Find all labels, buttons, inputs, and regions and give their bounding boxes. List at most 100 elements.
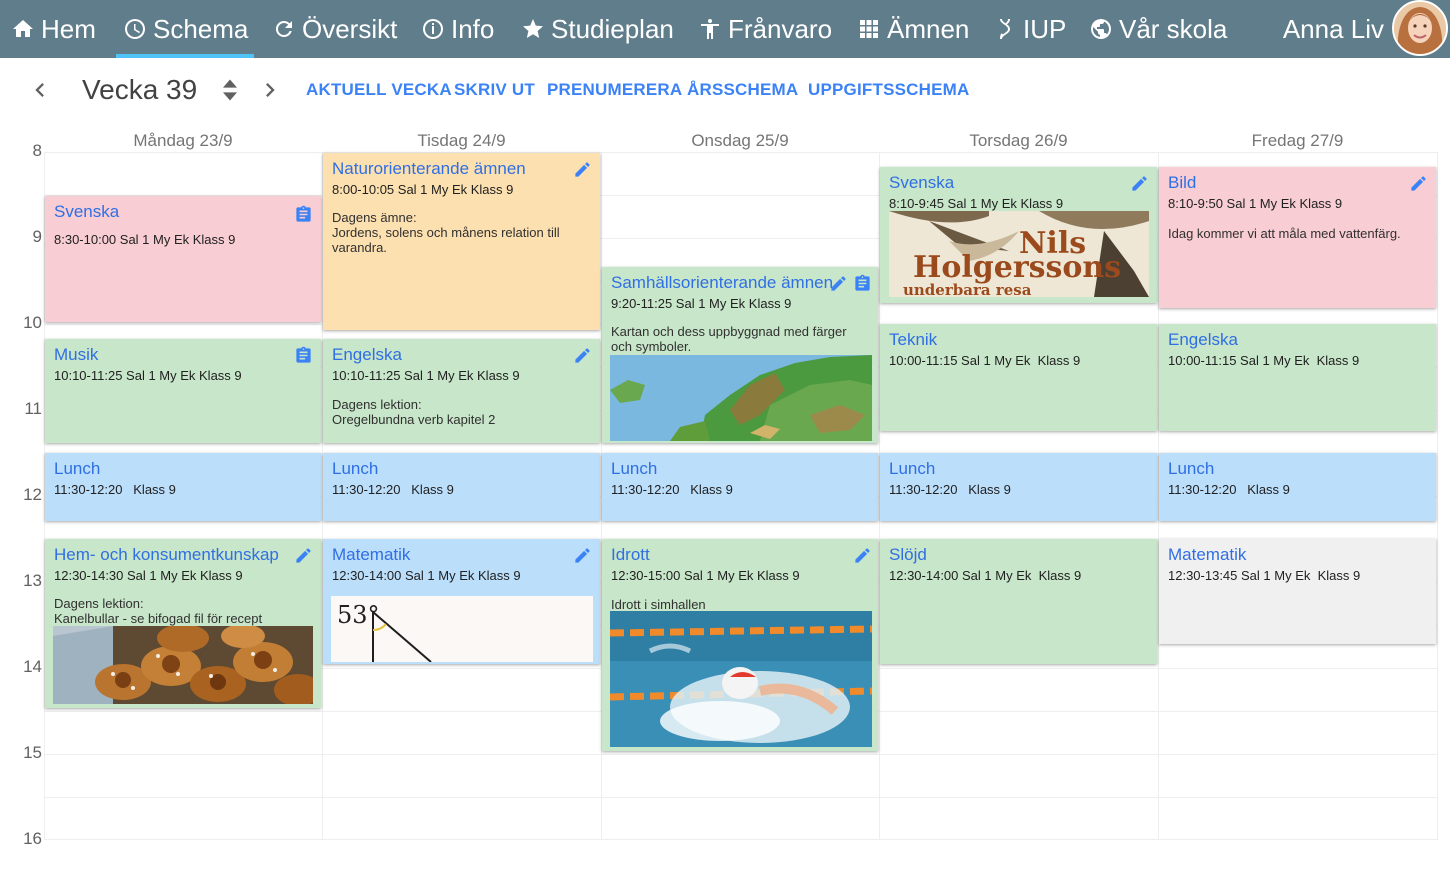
event-title: Lunch: [1168, 459, 1215, 478]
pencil-icon[interactable]: [293, 545, 313, 565]
day-header-thursday: Torsdag 26/9: [969, 131, 1068, 150]
event-time: 10:00-11:15 Sal 1 My Ek Klass 9: [889, 353, 1081, 368]
nav-item-amnen[interactable]: Ämnen: [856, 0, 969, 58]
star-icon: [520, 16, 546, 42]
swimmer-image[interactable]: [610, 611, 872, 747]
nav-item-hem[interactable]: Hem: [10, 0, 96, 58]
week-selector-button[interactable]: [216, 76, 244, 104]
nav-item-info[interactable]: Info: [420, 0, 494, 58]
event-title: Matematik: [332, 545, 411, 564]
grid-icon: [856, 16, 882, 42]
event-description-line: Dagens lektion:: [332, 397, 422, 412]
clipboard-icon[interactable]: [293, 204, 313, 224]
event-lunch-wednesday[interactable]: Lunch 11:30-12:20 Klass 9: [602, 453, 878, 521]
year-schedule-link[interactable]: ÅRSSCHEMA: [687, 80, 798, 100]
nav-item-oversikt[interactable]: Översikt: [271, 0, 397, 58]
nav-label: Hem: [41, 13, 96, 44]
assignment-schedule-link[interactable]: UPPGIFTSSCHEMA: [808, 80, 969, 100]
pencil-icon[interactable]: [828, 273, 848, 293]
nav-item-franvaro[interactable]: Frånvaro: [697, 0, 832, 58]
pencil-icon[interactable]: [1129, 173, 1149, 193]
nav-label: Översikt: [302, 13, 398, 44]
clipboard-icon[interactable]: [852, 273, 872, 293]
event-lunch-tuesday[interactable]: Lunch 11:30-12:20 Klass 9: [323, 453, 600, 521]
nav-item-studieplan[interactable]: Studieplan: [520, 0, 674, 58]
cinnamon-buns-image[interactable]: [53, 626, 313, 704]
hour-label: 12: [23, 485, 42, 504]
event-lunch-friday[interactable]: Lunch 11:30-12:20 Klass 9: [1159, 453, 1436, 521]
event-description-line: Idag kommer vi att måla med vattenfärg.: [1168, 226, 1401, 241]
clock-icon: [122, 16, 148, 42]
hour-label: 16: [23, 829, 42, 848]
pencil-icon[interactable]: [572, 159, 592, 179]
event-description: Idag kommer vi att måla med vattenfärg.: [1168, 226, 1427, 241]
event-time: 9:20-11:25 Sal 1 My Ek Klass 9: [611, 296, 792, 311]
event-title: Lunch: [611, 459, 658, 478]
event-title: Bild: [1168, 173, 1197, 192]
event-hem-och-konsumentkunskap-monday[interactable]: Hem- och konsumentkunskap 12:30-14:30 Sa…: [45, 539, 321, 708]
clipboard-icon[interactable]: [293, 345, 313, 365]
globe-icon: [1088, 16, 1114, 42]
angle-diagram-image[interactable]: 53°: [331, 596, 593, 662]
map-image[interactable]: [610, 355, 872, 441]
hour-label: 15: [23, 743, 42, 762]
event-samhallsorienterande-amnen-wednesday[interactable]: Samhällsorienterande ämnen 9:20-11:25 Sa…: [602, 267, 878, 443]
event-bild-friday[interactable]: Bild 8:10-9:50 Sal 1 My Ek Klass 9 Idag …: [1159, 167, 1436, 308]
nav-label: Studieplan: [551, 13, 674, 44]
event-time: 8:10-9:50 Sal 1 My Ek Klass 9: [1168, 196, 1343, 211]
grid-line: [44, 152, 1438, 153]
pencil-icon[interactable]: [1408, 173, 1428, 193]
event-musik-monday[interactable]: Musik 10:10-11:25 Sal 1 My Ek Klass 9: [45, 339, 321, 443]
pencil-icon[interactable]: [572, 345, 592, 365]
nav-item-schema[interactable]: Schema: [115, 0, 255, 58]
event-time: 8:00-10:05 Sal 1 My Ek Klass 9: [332, 182, 514, 197]
event-svenska-monday[interactable]: Svenska 8:30-10:00 Sal 1 My Ek Klass 9: [45, 196, 321, 322]
event-time: 12:30-13:45 Sal 1 My Ek Klass 9: [1168, 568, 1361, 583]
event-teknik-thursday[interactable]: Teknik 10:00-11:15 Sal 1 My Ek Klass 9: [880, 324, 1157, 431]
event-lunch-monday[interactable]: Lunch 11:30-12:20 Klass 9: [45, 453, 321, 521]
subscribe-link[interactable]: PRENUMERERA: [547, 80, 682, 100]
dna-icon: [992, 16, 1018, 42]
event-time: 11:30-12:20 Klass 9: [611, 482, 733, 497]
nav-label: Frånvaro: [728, 13, 833, 44]
event-engelska-tuesday[interactable]: Engelska 10:10-11:25 Sal 1 My Ek Klass 9…: [323, 339, 600, 443]
event-title: Lunch: [332, 459, 379, 478]
event-title: Idrott: [611, 545, 650, 564]
event-idrott-wednesday[interactable]: Idrott 12:30-15:00 Sal 1 My Ek Klass 9 I…: [602, 539, 878, 751]
nav-item-var-skola[interactable]: Vår skola: [1088, 0, 1227, 58]
event-engelska-friday[interactable]: Engelska 10:00-11:15 Sal 1 My Ek Klass 9: [1159, 324, 1436, 431]
event-time: 10:00-11:15 Sal 1 My Ek Klass 9: [1168, 353, 1360, 368]
hour-label: 8: [32, 141, 42, 160]
next-week-button[interactable]: [256, 76, 284, 104]
book-title-line: Holgerssons: [913, 250, 1121, 285]
grid-line: [44, 754, 1438, 755]
event-description-line: Kartan och dess uppbyggnad med färger oc…: [611, 324, 847, 354]
event-description-line: Dagens lektion:: [54, 596, 144, 611]
event-time: 11:30-12:20 Klass 9: [1168, 482, 1290, 497]
event-title: Svenska: [889, 173, 955, 192]
event-lunch-thursday[interactable]: Lunch 11:30-12:20 Klass 9: [880, 453, 1157, 521]
event-naturorienterande-amnen-tuesday[interactable]: Naturorienterande ämnen 8:00-10:05 Sal 1…: [323, 153, 600, 330]
print-link[interactable]: SKRIV UT: [454, 80, 535, 100]
event-description-line: Oregelbundna verb kapitel 2: [332, 412, 496, 427]
event-title: Engelska: [332, 345, 402, 364]
event-description: Kartan och dess uppbyggnad med färger oc…: [611, 324, 869, 354]
pencil-icon[interactable]: [852, 545, 872, 565]
nav-item-iup[interactable]: IUP: [992, 0, 1066, 58]
chevron-right-icon: [266, 83, 275, 97]
event-svenska-thursday[interactable]: Svenska 8:10-9:45 Sal 1 My Ek Klass 9 Ni…: [880, 167, 1157, 303]
event-slojd-thursday[interactable]: Slöjd 12:30-14:00 Sal 1 My Ek Klass 9: [880, 539, 1157, 664]
event-matematik-friday[interactable]: Matematik 12:30-13:45 Sal 1 My Ek Klass …: [1159, 539, 1436, 644]
book-cover-image[interactable]: Nils Holgerssons underbara resa: [889, 211, 1149, 297]
user-avatar[interactable]: [1392, 0, 1448, 56]
event-title: Musik: [54, 345, 99, 364]
previous-week-button[interactable]: [26, 76, 54, 104]
event-description-line: Idrott i simhallen: [611, 597, 706, 612]
event-time: 12:30-15:00 Sal 1 My Ek Klass 9: [611, 568, 800, 583]
nav-label: Ämnen: [887, 13, 970, 44]
event-matematik-tuesday[interactable]: Matematik 12:30-14:00 Sal 1 My Ek Klass …: [323, 539, 600, 664]
current-week-link[interactable]: AKTUELL VECKA: [306, 80, 452, 100]
refresh-icon: [271, 16, 297, 42]
user-name[interactable]: Anna Liv: [1283, 0, 1384, 58]
pencil-icon[interactable]: [572, 545, 592, 565]
